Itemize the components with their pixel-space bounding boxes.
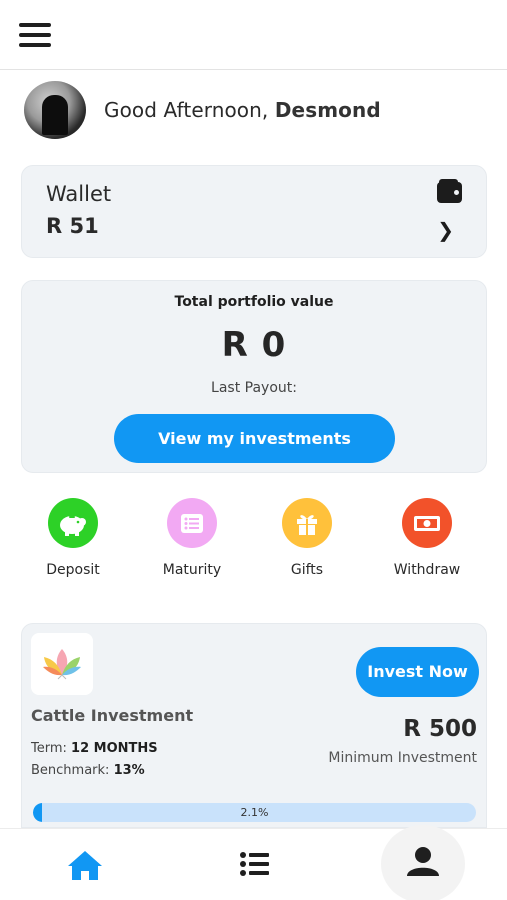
withdraw-action[interactable]: Withdraw <box>372 498 482 578</box>
gifts-action[interactable]: Gifts <box>252 498 362 578</box>
top-bar <box>0 0 507 70</box>
maturity-action[interactable]: Maturity <box>137 498 247 578</box>
chevron-right-icon[interactable]: ❯ <box>437 218 454 242</box>
wallet-icon <box>437 179 462 203</box>
deposit-label: Deposit <box>46 562 100 578</box>
portfolio-label: Total portfolio value <box>174 294 334 310</box>
list-icon <box>167 498 217 548</box>
bottom-navigation <box>0 825 507 900</box>
portfolio-value: R 0 <box>221 325 287 365</box>
deposit-action[interactable]: Deposit <box>18 498 128 578</box>
list-icon[interactable] <box>233 843 277 887</box>
greeting-name: Desmond <box>274 98 381 122</box>
portfolio-card: Total portfolio value R 0 Last Payout: V… <box>21 280 487 473</box>
greeting-row: Good Afternoon, Desmond <box>24 80 381 140</box>
last-payout-label: Last Payout: <box>211 380 297 396</box>
cash-icon <box>402 498 452 548</box>
investment-benchmark: Benchmark: 13% <box>31 763 145 778</box>
view-investments-button[interactable]: View my investments <box>114 414 395 463</box>
investment-term: Term: 12 MONTHS <box>31 741 158 756</box>
minimum-investment-label: Minimum Investment <box>328 750 477 766</box>
withdraw-label: Withdraw <box>393 562 461 578</box>
maturity-label: Maturity <box>162 562 222 578</box>
home-icon[interactable] <box>62 843 108 887</box>
funding-progress-bar: 2.1% <box>33 803 476 822</box>
progress-label: 2.1% <box>240 806 269 819</box>
investment-title: Cattle Investment <box>31 706 194 725</box>
hamburger-menu-icon[interactable] <box>19 23 51 49</box>
lotus-logo-icon <box>31 633 93 695</box>
benchmark-label: Benchmark: <box>31 763 110 778</box>
wallet-card[interactable]: Wallet R 51 ❯ <box>21 165 487 258</box>
greeting-prefix: Good Afternoon, <box>104 98 269 122</box>
greeting-text: Good Afternoon, Desmond <box>104 98 381 122</box>
avatar[interactable] <box>24 81 86 139</box>
wallet-amount: R 51 <box>46 214 99 238</box>
gifts-label: Gifts <box>290 562 324 578</box>
minimum-investment-value: R 500 <box>403 716 477 742</box>
investment-card[interactable]: Invest Now Cattle Investment R 500 Minim… <box>21 623 487 828</box>
invest-now-button[interactable]: Invest Now <box>356 647 479 697</box>
profile-icon[interactable] <box>381 825 465 900</box>
term-value: 12 MONTHS <box>71 741 158 756</box>
benchmark-value: 13% <box>113 763 145 778</box>
term-label: Term: <box>31 741 67 756</box>
piggy-bank-icon <box>48 498 98 548</box>
quick-actions: Deposit Maturity Gifts Withdraw <box>0 498 507 588</box>
wallet-title: Wallet <box>46 182 112 206</box>
gift-icon <box>282 498 332 548</box>
